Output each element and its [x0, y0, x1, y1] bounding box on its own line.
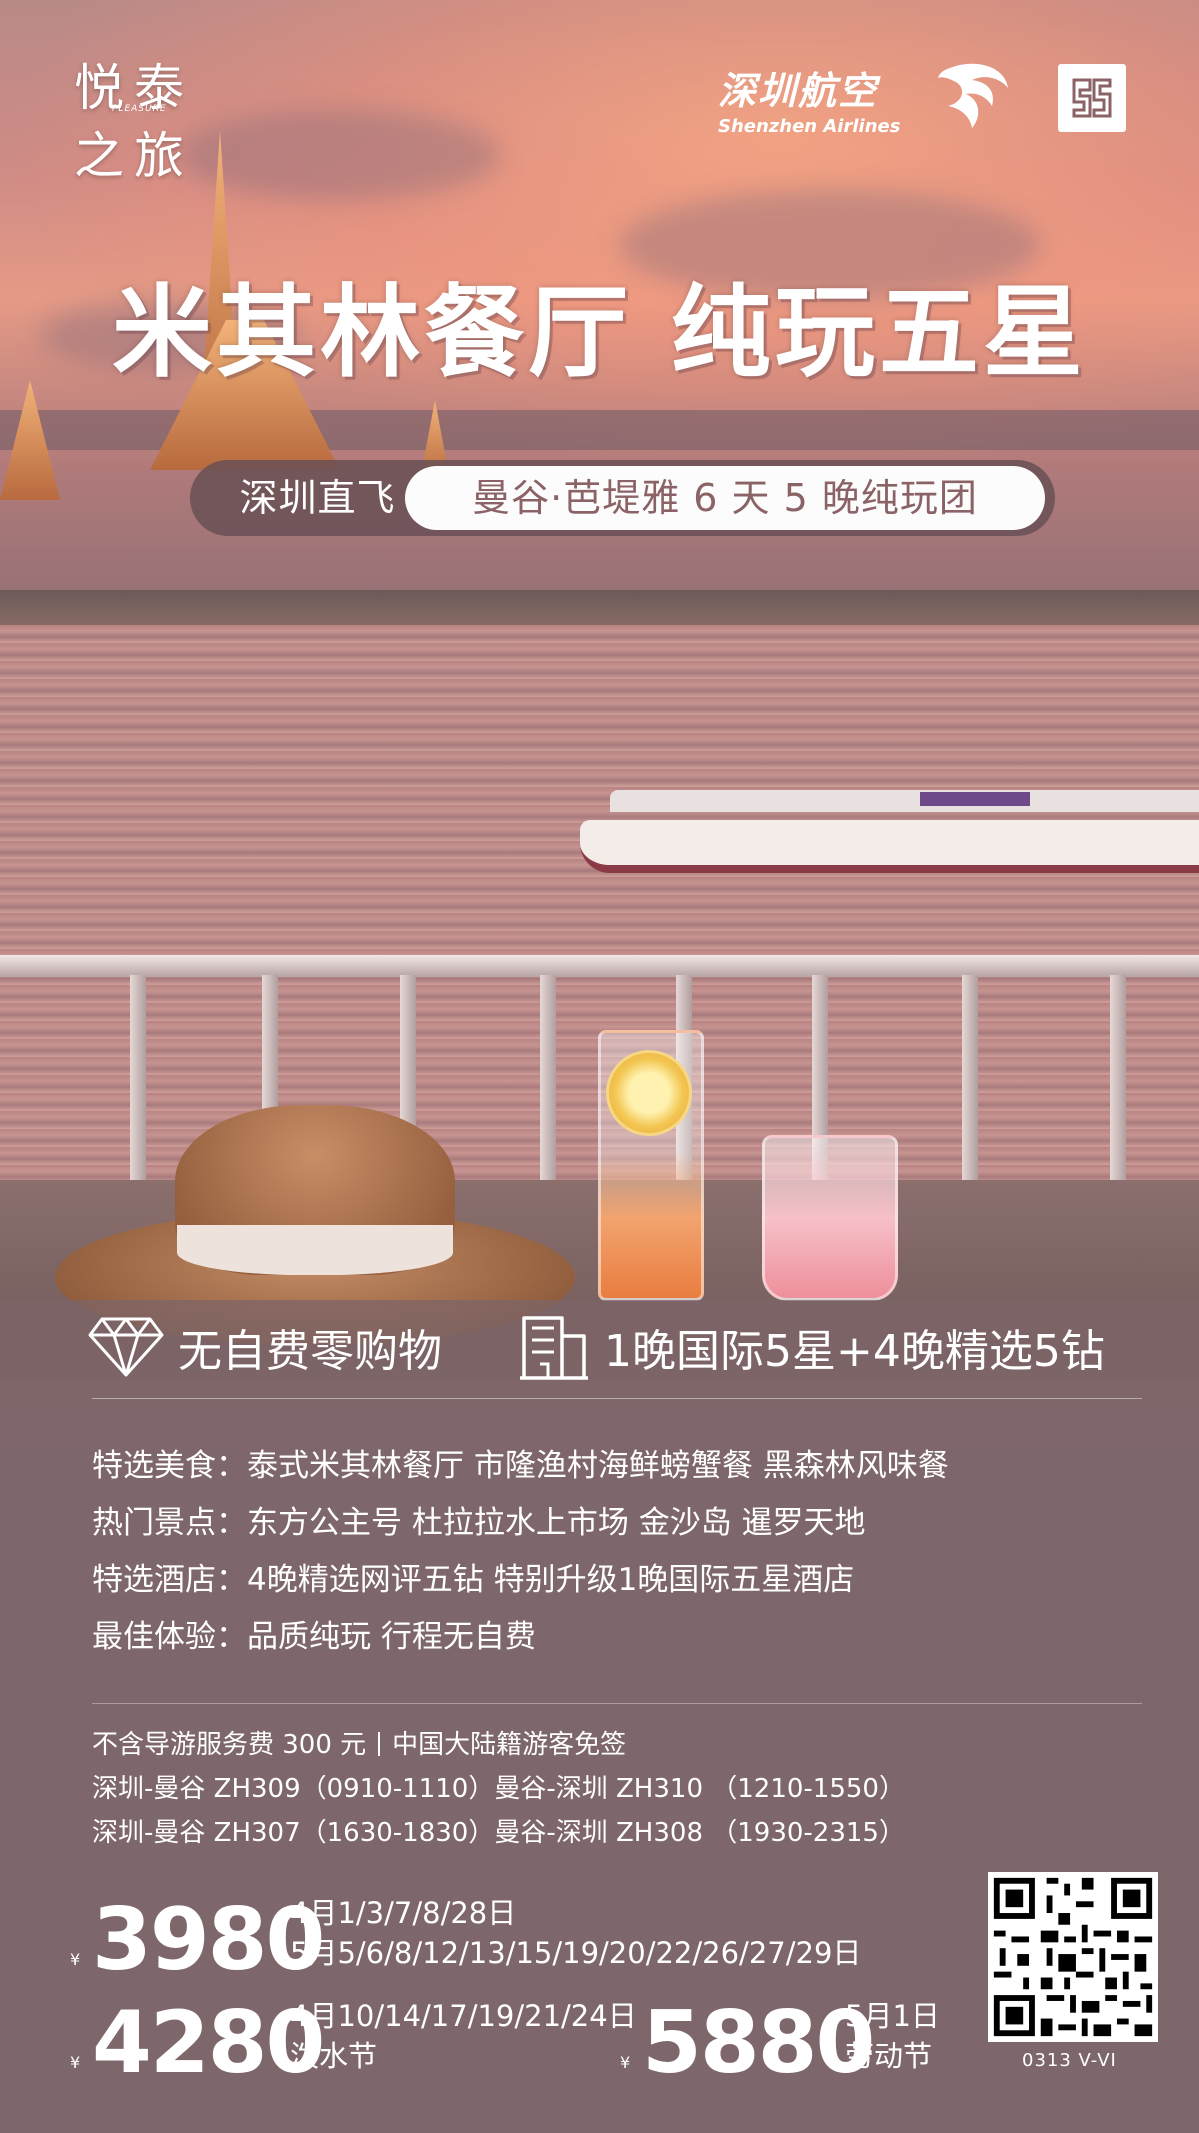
divider: [92, 1703, 1142, 1704]
qr-code[interactable]: [988, 1872, 1158, 2042]
travel-poster: 悦 泰 PLEASURE 之 旅 深圳航空 Shenzhen Airlines …: [0, 0, 1199, 2133]
river-boat: [580, 780, 1199, 880]
notes: 不含导游服务费 300 元中国大陆籍游客免签 深圳-曼谷 ZH309（0910-…: [92, 1724, 1012, 1856]
highlight-hotel: 1晚国际5星+4晚精选5钻: [518, 1312, 1105, 1382]
highlight-no-shopping: 无自费零购物: [88, 1312, 442, 1382]
feature-list: 特选美食：泰式米其林餐厅 市隆渔村海鲜螃蟹餐 黑森林风味餐 热门景点：东方公主号…: [92, 1440, 1162, 1668]
lemon-slice: [606, 1050, 692, 1136]
flight-info-2: 深圳-曼谷 ZH307（1630-1830）曼谷-深圳 ZH308 （1930-…: [92, 1818, 905, 1848]
route-destination: 曼谷·芭堤雅 6 天 5 晚纯玩团: [405, 466, 1045, 530]
airline-name-en: Shenzhen Airlines: [718, 116, 901, 137]
price-5880: 5880: [642, 1993, 875, 2093]
feature-attractions: 热门景点：东方公主号 杜拉拉水上市场 金沙岛 暹罗天地: [92, 1505, 866, 1541]
price-dates-3980: 4月1/3/7/8/28日 5月5/6/8/12/13/15/19/20/22/…: [290, 1896, 862, 1970]
currency-symbol: ¥: [70, 2053, 81, 2072]
hotel-building-icon: [520, 1316, 588, 1380]
route-origin: 深圳直飞: [239, 476, 396, 520]
feature-hotel: 特选酒店：4晚精选网评五钻 特别升级1晚国际五星酒店: [92, 1562, 855, 1598]
riverbank: [0, 590, 1199, 630]
sjs-logo-icon: [1072, 78, 1112, 118]
brand-logo: 悦 泰 PLEASURE 之 旅: [74, 59, 184, 185]
fee-visa-note: 不含导游服务费 300 元中国大陆籍游客免签: [92, 1730, 627, 1760]
cloud: [180, 110, 500, 200]
cocktail-glass: [762, 1135, 898, 1301]
feature-food: 特选美食：泰式米其林餐厅 市隆渔村海鲜螃蟹餐 黑森林风味餐: [92, 1448, 949, 1484]
headline: 米其林餐厅 纯玩五星: [112, 274, 1087, 391]
qr-caption: 0313 V-VI: [1022, 2050, 1117, 2071]
currency-symbol: ¥: [70, 1950, 81, 1969]
airline-logo-text: 深圳航空 Shenzhen Airlines: [718, 72, 900, 137]
airline-name-cn: 深圳航空: [718, 69, 879, 113]
currency-symbol: ¥: [620, 2053, 631, 2072]
price-3980: 3980: [92, 1890, 325, 1990]
diamond-icon: [88, 1317, 164, 1377]
partner-logo: [1058, 64, 1126, 132]
price-dates-4280: 4月10/14/17/19/21/24日 泼水节: [290, 1999, 637, 2073]
price-dates-5880: 5月1日 劳动节: [845, 1999, 940, 2073]
price-4280: 4280: [92, 1993, 325, 2093]
flight-info-1: 深圳-曼谷 ZH309（0910-1110）曼谷-深圳 ZH310 （1210-…: [92, 1774, 905, 1804]
route-pill: 深圳直飞 曼谷·芭堤雅 6 天 5 晚纯玩团: [190, 460, 1055, 536]
railing: [0, 955, 1199, 977]
feature-experience: 最佳体验：品质纯玩 行程无自费: [92, 1619, 536, 1655]
divider: [92, 1398, 1142, 1399]
airline-bird-icon: [938, 63, 1008, 129]
